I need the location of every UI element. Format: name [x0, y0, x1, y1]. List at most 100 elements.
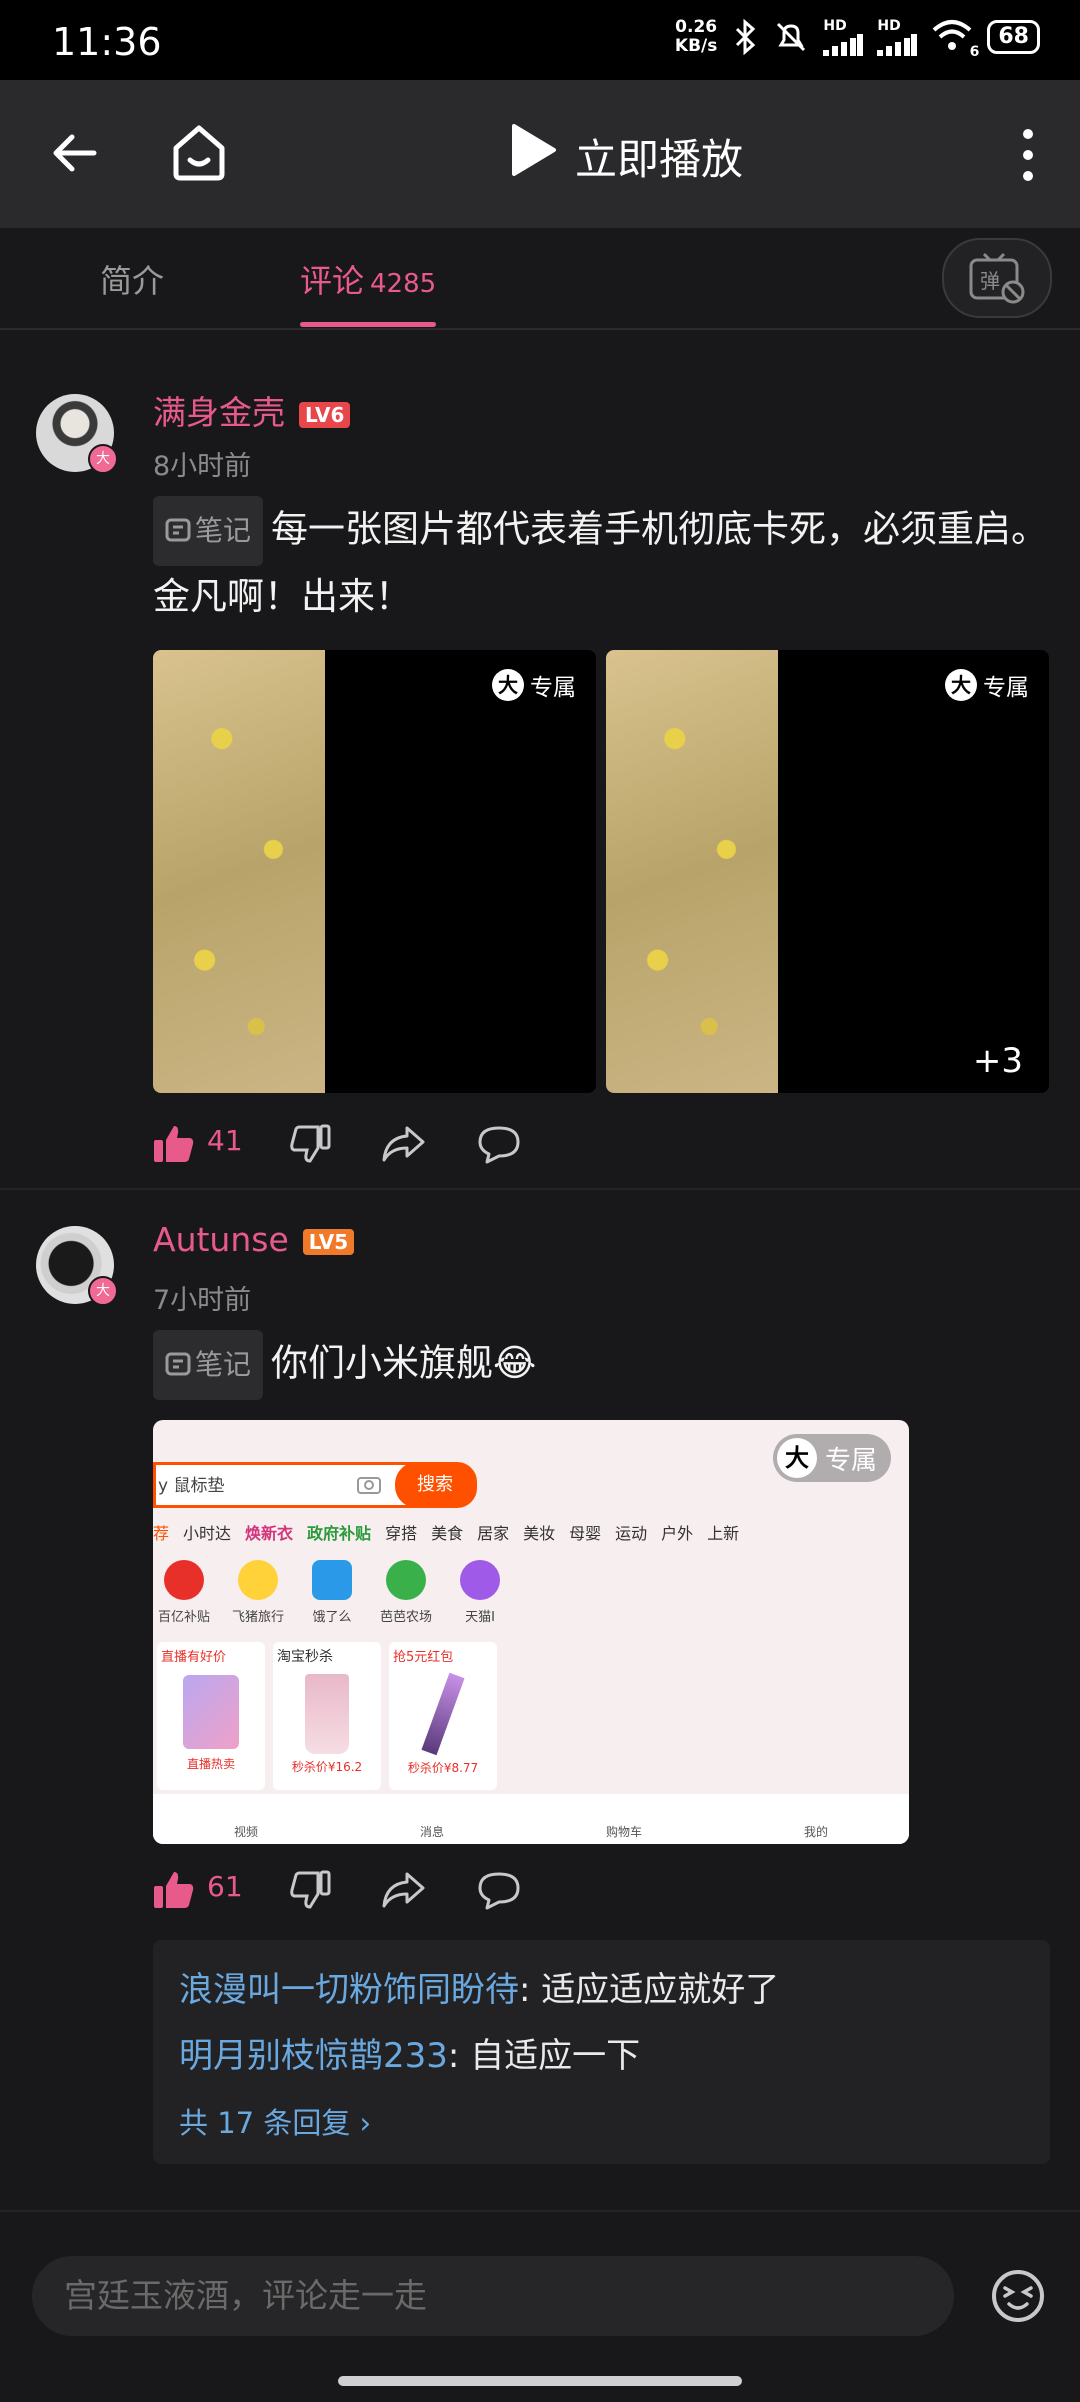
comment-body: 你们小米旗舰😂 [271, 1341, 537, 1385]
signal-bars-icon [823, 34, 864, 56]
image-content [606, 650, 778, 1093]
username-text: Autunse [153, 1220, 289, 1259]
vip-badge-icon: 大 [88, 444, 118, 474]
shot-icon: 芭芭农场 [375, 1560, 437, 1625]
shot-card: 抢5元红包 秒杀价¥8.77 [389, 1642, 497, 1790]
note-chip[interactable]: 笔记 [153, 496, 264, 566]
shot-icon: 天猫I [449, 1560, 511, 1625]
danmaku-toggle-button[interactable]: 弹 [942, 238, 1052, 318]
pen-product-image [421, 1672, 465, 1756]
reply-icon[interactable] [477, 1124, 521, 1164]
comments-count: 4285 [370, 269, 437, 299]
more-vertical-icon[interactable] [1020, 128, 1036, 182]
shot-category: 穿搭 [385, 1524, 418, 1543]
shot-card-foot: 秒杀价¥8.77 [407, 1761, 479, 1775]
emoji-icon[interactable] [990, 2268, 1046, 2324]
view-all-replies-link[interactable]: 共 17 条回复 › [179, 2100, 371, 2142]
shot-category: 户外 [661, 1524, 694, 1543]
like-icon[interactable] [153, 1870, 195, 1910]
danmaku-off-icon: 弹 [969, 252, 1025, 304]
battery: 68 [987, 20, 1040, 54]
share-icon[interactable] [381, 1124, 425, 1164]
exclusive-badge: 大专属 [945, 668, 1029, 702]
farm-icon [386, 1560, 426, 1600]
shot-tab-bar: 视频 消息 购物车 我的 [153, 1794, 909, 1844]
like-count: 61 [207, 1870, 243, 1903]
like-count: 41 [207, 1124, 243, 1157]
bluetooth-icon [736, 19, 756, 55]
reply-item[interactable]: 明月别枝惊鹊233: 自适应一下 [179, 2028, 640, 2077]
shot-icon: 百亿补贴 [153, 1560, 215, 1625]
shot-category: 荐 [153, 1524, 170, 1543]
comment-body: 每一张图片都代表着手机彻底卡死，必须重启。金凡啊！出来！ [153, 507, 1049, 619]
vip-badge-icon: 大 [88, 1276, 118, 1306]
level-badge: LV5 [302, 1228, 355, 1255]
shot-search-text: y 鼠标垫 [158, 1476, 225, 1496]
tab-bar: 简介 评论 4285 弹 [0, 228, 1080, 330]
note-icon [165, 1352, 191, 1376]
signal-2-label: HD [877, 18, 901, 34]
comment-image[interactable]: 大专属 +3 [606, 650, 1049, 1093]
shot-icon-label: 饿了么 [312, 1610, 352, 1625]
shot-category: 美妆 [523, 1524, 556, 1543]
shot-tab: 消息 [419, 1825, 444, 1839]
tmall-icon [460, 1560, 500, 1600]
shot-icon-row: 百亿补贴 飞猪旅行 饿了么 芭芭农场 天猫I [153, 1560, 511, 1625]
mute-bell-icon [777, 22, 806, 52]
exclusive-icon: 大 [945, 669, 977, 701]
exclusive-badge: 大专属 [772, 1434, 891, 1482]
reply-username[interactable]: 浪漫叫一切粉饰同盼待 [179, 1970, 519, 2010]
username[interactable]: Autunse LV5 [153, 1220, 355, 1259]
net-speed-unit: KB/s [674, 36, 718, 56]
reply-icon[interactable] [477, 1870, 521, 1910]
back-arrow-icon[interactable] [50, 128, 100, 178]
top-nav-bar: 立即播放 [0, 80, 1080, 228]
shot-card: 直播有好价 直播热卖 [157, 1642, 265, 1790]
like-icon[interactable] [153, 1124, 195, 1164]
home-icon[interactable] [170, 122, 228, 182]
comment-screenshot-image[interactable]: y 鼠标垫 搜索 大专属 荐小时达 焕新衣 政府补贴 穿搭 美食 居家 美妆 母婴 运动 户外 上新… [153, 1420, 909, 1844]
comment-input[interactable]: 宫廷玉液酒，评论走一走 [32, 2256, 954, 2336]
username[interactable]: 满身金壳 LV6 [153, 386, 351, 434]
note-chip[interactable]: 笔记 [153, 1330, 264, 1400]
shot-category: 居家 [477, 1524, 510, 1543]
image-content [153, 650, 325, 1093]
shot-card-title: 抢5元红包 [393, 1650, 454, 1665]
exclusive-badge: 大专属 [492, 668, 576, 702]
more-images-count: +3 [972, 1041, 1023, 1081]
note-label: 笔记 [195, 1348, 252, 1381]
net-speed: 0.26 KB/s [675, 18, 717, 56]
level-badge: LV6 [299, 401, 351, 428]
exclusive-label: 专属 [824, 1445, 877, 1476]
share-icon[interactable] [381, 1870, 425, 1910]
tab-intro[interactable]: 简介 [100, 256, 164, 302]
shot-category: 政府补贴 [307, 1524, 372, 1543]
comment-item: 大 满身金壳 LV6 8小时前 笔记 每一张图片都代表着手机彻底卡死，必须重启。金凡… [0, 330, 1080, 1190]
shot-categories: 荐小时达 焕新衣 政府补贴 穿搭 美食 居家 美妆 母婴 运动 户外 上新 [153, 1520, 753, 1544]
status-bar: 11:36 0.26 KB/s HD HD 6 68 [0, 0, 1080, 80]
comment-image[interactable]: 大专属 [153, 650, 596, 1093]
food-delivery-icon [312, 1560, 352, 1600]
travel-icon [238, 1560, 278, 1600]
signal-1: HD [823, 18, 864, 56]
comment-actions: 61 [153, 1862, 1053, 1922]
reply-text: : 自适应一下 [447, 2036, 641, 2076]
reply-username[interactable]: 明月别枝惊鹊233 [179, 2036, 448, 2076]
shot-card: 淘宝秒杀 秒杀价¥16.2 [273, 1642, 381, 1790]
dislike-icon[interactable] [289, 1124, 331, 1164]
wifi-sub: 6 [969, 44, 980, 60]
shot-icon: 饿了么 [301, 1560, 363, 1625]
exclusive-icon: 大 [776, 1438, 817, 1478]
dislike-icon[interactable] [289, 1870, 331, 1910]
shot-icon-label: 天猫I [465, 1610, 495, 1625]
tab-comments[interactable]: 评论 4285 [300, 256, 436, 302]
signal-2: HD [877, 18, 918, 56]
shot-tab: 我的 [803, 1825, 828, 1839]
home-indicator[interactable] [338, 2376, 742, 2386]
play-icon [512, 124, 556, 176]
reply-preview-box[interactable]: 浪漫叫一切粉饰同盼待: 适应适应就好了 明月别枝惊鹊233: 自适应一下 共 1… [153, 1940, 1050, 2164]
status-time: 11:36 [52, 20, 162, 64]
shot-icon-label: 飞猪旅行 [231, 1610, 284, 1625]
reply-item[interactable]: 浪漫叫一切粉饰同盼待: 适应适应就好了 [179, 1962, 779, 2011]
camera-icon [357, 1477, 381, 1494]
